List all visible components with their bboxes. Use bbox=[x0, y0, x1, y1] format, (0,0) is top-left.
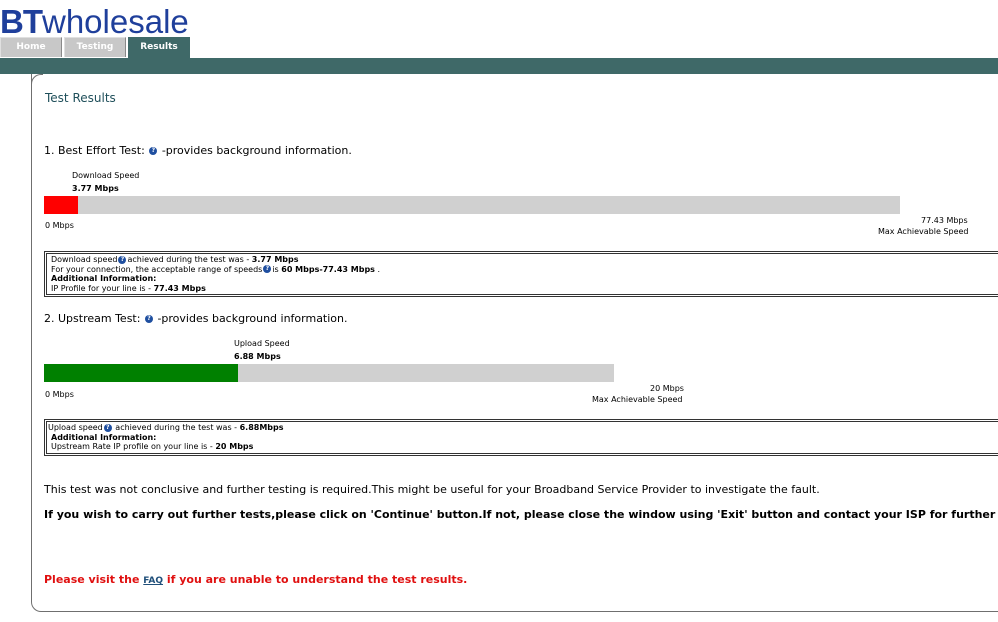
faq-link[interactable]: FAQ bbox=[143, 576, 163, 586]
faq-text-after: if you are unable to understand the test… bbox=[163, 573, 468, 586]
best-effort-heading-text: 1. Best Effort Test: bbox=[44, 144, 145, 157]
ip-profile-label: IP Profile for your line is - bbox=[51, 283, 154, 293]
header-band bbox=[0, 58, 998, 74]
range-info-end: . bbox=[374, 264, 381, 274]
upstream-heading-suffix: -provides background information. bbox=[157, 312, 348, 325]
upload-speed-value: 6.88 Mbps bbox=[234, 352, 281, 361]
download-speed-fill bbox=[44, 196, 79, 214]
upload-info-text: achieved during the test was - bbox=[112, 423, 240, 432]
upload-info-line1: Upload speed? achieved during the test w… bbox=[48, 423, 998, 433]
download-min-label: 0 Mbps bbox=[45, 221, 74, 230]
help-icon[interactable]: ? bbox=[118, 255, 127, 264]
download-info-line4: IP Profile for your line is - 77.43 Mbps bbox=[51, 284, 998, 294]
download-info-line1: Download speed? achieved during the test … bbox=[51, 255, 998, 265]
upload-min-label: 0 Mbps bbox=[45, 390, 74, 399]
upload-info-line3: Upstream Rate IP profile on your line is… bbox=[48, 442, 998, 452]
tab-results[interactable]: Results bbox=[128, 37, 190, 58]
faq-text-before: Please visit the bbox=[44, 573, 144, 586]
download-speed-value: 3.77 Mbps bbox=[72, 184, 119, 193]
logo-bt: BT bbox=[0, 3, 43, 40]
help-icon[interactable]: ? bbox=[103, 423, 112, 432]
range-info-value: 60 Mbps-77.43 Mbps bbox=[281, 264, 375, 274]
download-max-label: Max Achievable Speed bbox=[878, 227, 969, 236]
download-speed-label: Download Speed bbox=[72, 171, 140, 180]
help-icon[interactable]: ? bbox=[149, 147, 158, 155]
instruction-text: If you wish to carry out further tests,p… bbox=[44, 508, 998, 521]
download-max-value: 77.43 Mbps bbox=[921, 216, 968, 225]
download-info-text: achieved during the test was - bbox=[127, 255, 252, 264]
upstream-heading-text: 2. Upstream Test: bbox=[44, 312, 141, 325]
faq-line: Please visit the FAQ if you are unable t… bbox=[44, 568, 467, 587]
help-icon[interactable]: ? bbox=[144, 315, 153, 323]
range-info-text: is bbox=[272, 264, 282, 274]
upload-info-box: Upload speed? achieved during the test w… bbox=[44, 419, 998, 456]
page-title: Test Results bbox=[45, 91, 116, 105]
upstream-profile-value: 20 Mbps bbox=[215, 442, 254, 451]
upload-max-label: Max Achievable Speed bbox=[592, 395, 683, 404]
best-effort-heading-suffix: -provides background information. bbox=[161, 144, 352, 157]
upstream-profile-label: Upstream Rate IP profile on your line is… bbox=[51, 442, 216, 451]
logo-wholesale: wholesale bbox=[42, 3, 189, 40]
download-info-box: Download speed? achieved during the test … bbox=[44, 251, 998, 297]
tab-testing[interactable]: Testing bbox=[64, 37, 126, 57]
upload-additional-info: Additional Information: bbox=[51, 432, 157, 442]
upload-max-value: 20 Mbps bbox=[650, 384, 684, 393]
download-info-label: Download speed bbox=[51, 255, 118, 264]
download-speed-bar bbox=[44, 196, 900, 214]
upload-speed-fill bbox=[44, 364, 238, 382]
tab-home[interactable]: Home bbox=[0, 37, 62, 57]
download-info-line2: For your connection, the acceptable rang… bbox=[51, 265, 998, 275]
ip-profile-value: 77.43 Mbps bbox=[153, 283, 206, 293]
conclusion-text: This test was not conclusive and further… bbox=[44, 483, 820, 496]
upstream-heading: 2. Upstream Test: ? -provides background… bbox=[44, 312, 348, 325]
bt-wholesale-logo: BTwholesale bbox=[0, 4, 189, 40]
range-info-label: For your connection, the acceptable rang… bbox=[51, 264, 263, 274]
upload-info-label: Upload speed bbox=[48, 423, 103, 432]
best-effort-heading: 1. Best Effort Test: ? -provides backgro… bbox=[44, 144, 352, 157]
upload-speed-bar bbox=[44, 364, 614, 382]
upload-info-value: 6.88Mbps bbox=[239, 423, 284, 432]
help-icon[interactable]: ? bbox=[263, 265, 272, 273]
download-info-value: 3.77 Mbps bbox=[251, 255, 299, 264]
download-additional-info: Additional Information: bbox=[51, 274, 157, 283]
upload-speed-label: Upload Speed bbox=[234, 339, 290, 348]
